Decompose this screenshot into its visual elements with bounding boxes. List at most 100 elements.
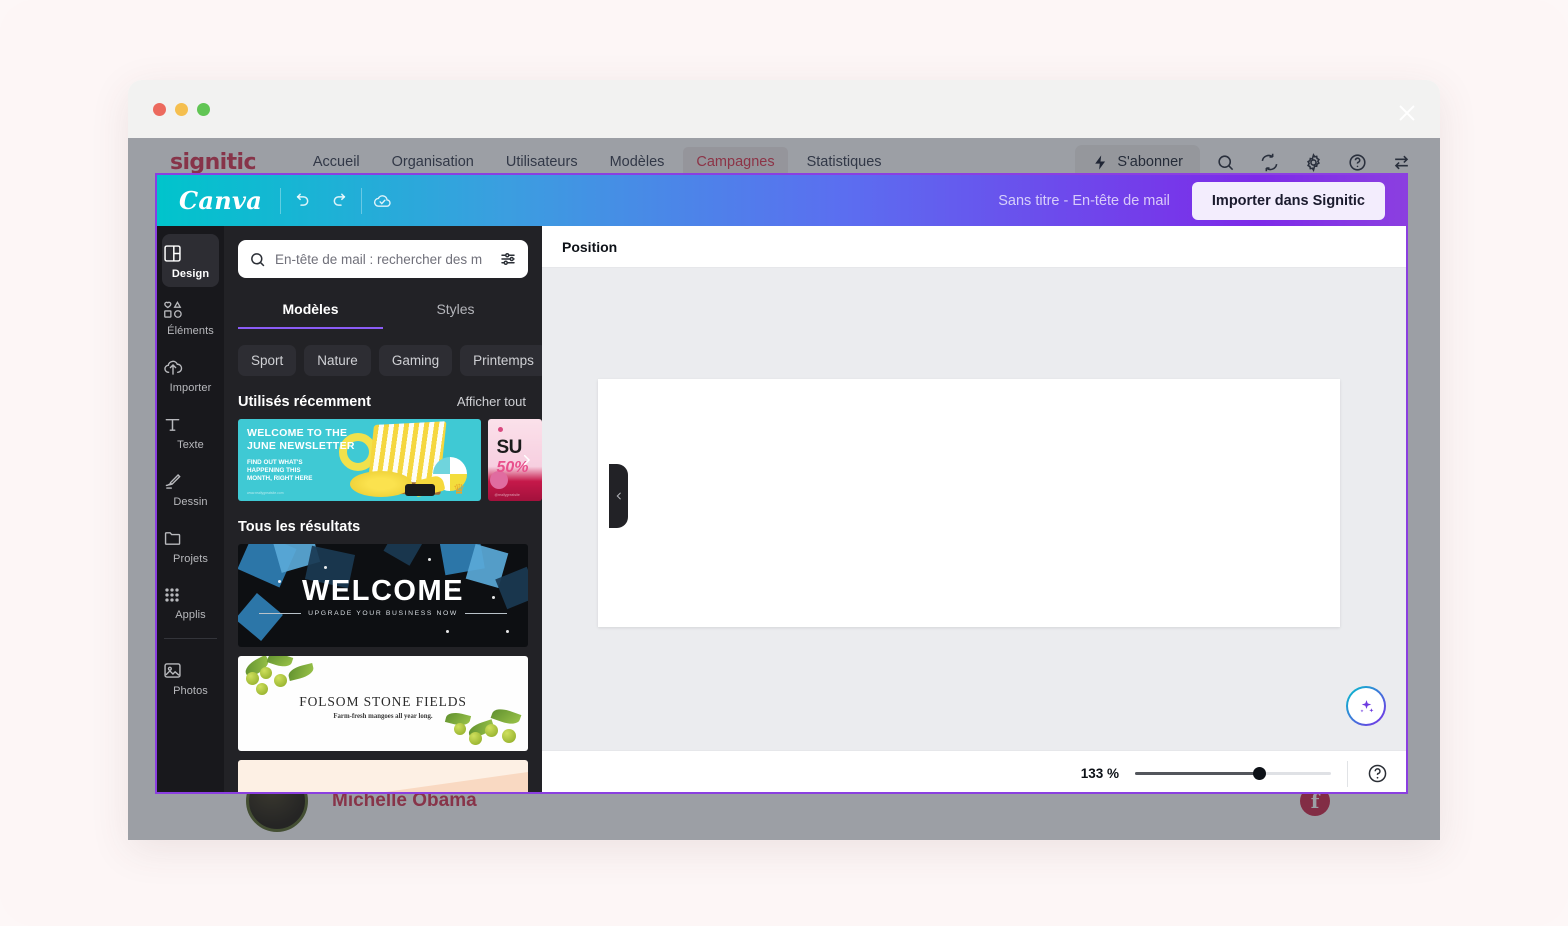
template-thumbnail-june-newsletter[interactable]: ♛ WELCOME TO THE JUNE NEWSLETTER FIND OU… xyxy=(238,419,482,501)
zoom-toolbar: 133 % xyxy=(542,750,1406,792)
canva-toolbar: Canva Sans titre - En-tête de mail Impor… xyxy=(157,175,1406,226)
close-window-button[interactable] xyxy=(153,102,166,116)
zoom-level-value: 133 % xyxy=(1080,766,1119,781)
design-sheet[interactable] xyxy=(598,379,1340,627)
upload-icon xyxy=(164,360,183,375)
sidebar-item-draw[interactable]: Dessin xyxy=(162,462,219,515)
redo-icon[interactable] xyxy=(321,181,361,221)
folsom-title: FOLSOM STONE FIELDS xyxy=(299,694,467,709)
search-bar[interactable] xyxy=(238,240,528,278)
recent-section-header: Utilisés récemment Afficher tout xyxy=(224,376,542,419)
category-chips: Sport Nature Gaming Printemps xyxy=(224,329,542,376)
star-decor xyxy=(506,630,509,633)
sidebar-label-elements: Éléments xyxy=(167,325,214,337)
results-section-header: Tous les résultats xyxy=(224,501,542,544)
canva-editor-overlay: Canva Sans titre - En-tête de mail Impor… xyxy=(155,173,1408,794)
canva-logo[interactable]: Canva xyxy=(179,186,262,215)
template-thumbnail-welcome[interactable]: WELCOME UPGRADE YOUR BUSINESS NOW xyxy=(238,544,528,647)
design-stage[interactable] xyxy=(542,268,1406,750)
welcome-subtitle: UPGRADE YOUR BUSINESS NOW xyxy=(238,610,528,617)
recent-templates-row: ♛ WELCOME TO THE JUNE NEWSLETTER FIND OU… xyxy=(224,419,542,501)
template-line-3: FIND OUT WHAT'S HAPPENING THIS MONTH, RI… xyxy=(247,459,313,482)
sun-hat-decor xyxy=(350,471,412,497)
elements-icon xyxy=(164,300,182,318)
apps-grid-icon xyxy=(165,588,179,602)
app-window: signitic Accueil Organisation Utilisateu… xyxy=(128,80,1440,840)
zoom-divider xyxy=(1347,760,1348,787)
sidebar-label-photos: Photos xyxy=(173,685,208,697)
sidebar-item-design[interactable]: Design xyxy=(162,234,219,287)
undo-icon[interactable] xyxy=(281,181,321,221)
olive-decor xyxy=(274,674,287,687)
chip-gaming[interactable]: Gaming xyxy=(378,345,453,376)
magic-sparkle-icon[interactable] xyxy=(1346,686,1386,726)
panel-tabs: Modèles Styles xyxy=(238,292,528,329)
position-toolbar: Position xyxy=(542,226,1406,268)
olive-decor xyxy=(260,667,272,679)
sidebar-item-projects[interactable]: Projets xyxy=(162,519,219,572)
template-line-1: WELCOME TO THE xyxy=(247,427,348,439)
olive-decor xyxy=(454,723,466,735)
help-circle-icon[interactable] xyxy=(1364,761,1390,787)
folder-icon xyxy=(164,532,181,545)
sale-footer: @reallygreatsite xyxy=(494,493,520,497)
recent-title: Utilisés récemment xyxy=(238,394,371,410)
close-icon[interactable] xyxy=(1390,96,1424,130)
search-input[interactable] xyxy=(275,251,490,267)
import-to-signitic-button[interactable]: Importer dans Signitic xyxy=(1191,181,1385,220)
chip-nature[interactable]: Nature xyxy=(304,345,371,376)
chip-printemps[interactable]: Printemps xyxy=(460,345,542,376)
sidebar-item-apps[interactable]: Applis xyxy=(162,576,219,628)
results-list: WELCOME UPGRADE YOUR BUSINESS NOW FOLSOM… xyxy=(224,544,542,792)
sidebar-label-draw: Dessin xyxy=(173,496,208,508)
photos-icon xyxy=(164,663,181,678)
sidebar-label-design: Design xyxy=(171,268,210,280)
sidebar-label-apps: Applis xyxy=(175,609,206,621)
template-footer: www.reallygreatsite.com xyxy=(247,491,284,495)
sidebar-divider xyxy=(164,638,217,639)
olive-decor xyxy=(485,724,498,737)
design-icon xyxy=(164,245,181,262)
minimize-window-button[interactable] xyxy=(175,102,188,116)
zoom-slider[interactable] xyxy=(1135,767,1331,780)
canvas-area: Position 133 % xyxy=(542,226,1406,792)
star-decor xyxy=(428,558,431,561)
maximize-window-button[interactable] xyxy=(197,102,210,116)
sidebar-item-upload[interactable]: Importer xyxy=(162,348,219,401)
sidebar-label-upload: Importer xyxy=(169,382,212,394)
leaf-decor xyxy=(286,663,316,681)
see-all-link[interactable]: Afficher tout xyxy=(457,394,526,409)
draw-icon xyxy=(165,474,181,489)
text-icon xyxy=(165,418,180,431)
results-title: Tous les résultats xyxy=(238,519,361,535)
zoom-slider-fill xyxy=(1135,772,1259,775)
sidebar-item-text[interactable]: Texte xyxy=(162,405,219,458)
page-root: signitic Accueil Organisation Utilisateu… xyxy=(0,0,1568,926)
chevron-right-icon[interactable] xyxy=(519,453,534,468)
olive-decor xyxy=(246,672,259,685)
tab-modeles[interactable]: Modèles xyxy=(238,292,383,329)
chip-sport[interactable]: Sport xyxy=(238,345,297,376)
document-title[interactable]: Sans titre - En-tête de mail xyxy=(998,193,1170,209)
dot-decor xyxy=(498,427,504,432)
olive-decor xyxy=(502,729,516,743)
sidebar-item-elements[interactable]: Éléments xyxy=(162,291,219,344)
template-thumbnail-peach[interactable] xyxy=(238,760,528,792)
template-thumbnail-folsom[interactable]: FOLSOM STONE FIELDS Farm-fresh mangoes a… xyxy=(238,656,528,751)
cloud-saved-icon[interactable] xyxy=(362,181,402,221)
window-titlebar xyxy=(128,80,1440,138)
sliders-icon[interactable] xyxy=(499,250,517,268)
collapse-panel-handle[interactable] xyxy=(609,464,628,528)
folsom-subtitle: Farm-fresh mangoes all year long. xyxy=(333,713,433,720)
sidebar-label-text: Texte xyxy=(177,439,204,451)
template-text-block: WELCOME TO THE JUNE NEWSLETTER FIND OUT … xyxy=(247,427,355,495)
tab-styles[interactable]: Styles xyxy=(383,292,528,329)
sidebar-label-projects: Projets xyxy=(173,553,208,565)
poly-decor xyxy=(383,544,423,566)
star-decor xyxy=(446,630,449,633)
crown-badge-icon: ♛ xyxy=(452,481,466,497)
position-label[interactable]: Position xyxy=(562,239,617,255)
zoom-slider-handle[interactable] xyxy=(1253,767,1266,780)
sidebar-item-photos[interactable]: Photos xyxy=(162,651,219,704)
search-icon xyxy=(251,252,265,266)
